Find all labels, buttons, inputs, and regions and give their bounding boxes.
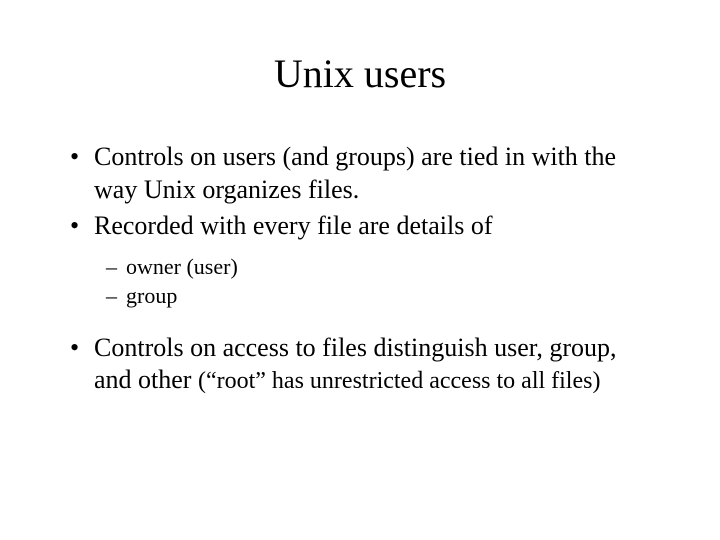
sub-bullet-item: owner (user)	[106, 253, 650, 281]
slide: Unix users Controls on users (and groups…	[0, 0, 720, 441]
sub-bullet-text: group	[126, 283, 177, 308]
sub-bullet-list: owner (user) group	[106, 253, 650, 310]
sub-bullet-item: group	[106, 282, 650, 310]
sub-bullet-text: owner (user)	[126, 254, 238, 279]
bullet-item: Controls on access to files distinguish …	[70, 332, 650, 397]
bullet-text: Controls on users (and groups) are tied …	[94, 142, 616, 204]
bullet-item: Controls on users (and groups) are tied …	[70, 141, 650, 206]
bullet-item: Recorded with every file are details of …	[70, 210, 650, 310]
bullet-parenthetical: (“root” has unrestricted access to all f…	[198, 368, 601, 394]
bullet-list: Controls on users (and groups) are tied …	[70, 141, 650, 397]
slide-title: Unix users	[70, 50, 650, 97]
bullet-text: Recorded with every file are details of	[94, 211, 493, 240]
